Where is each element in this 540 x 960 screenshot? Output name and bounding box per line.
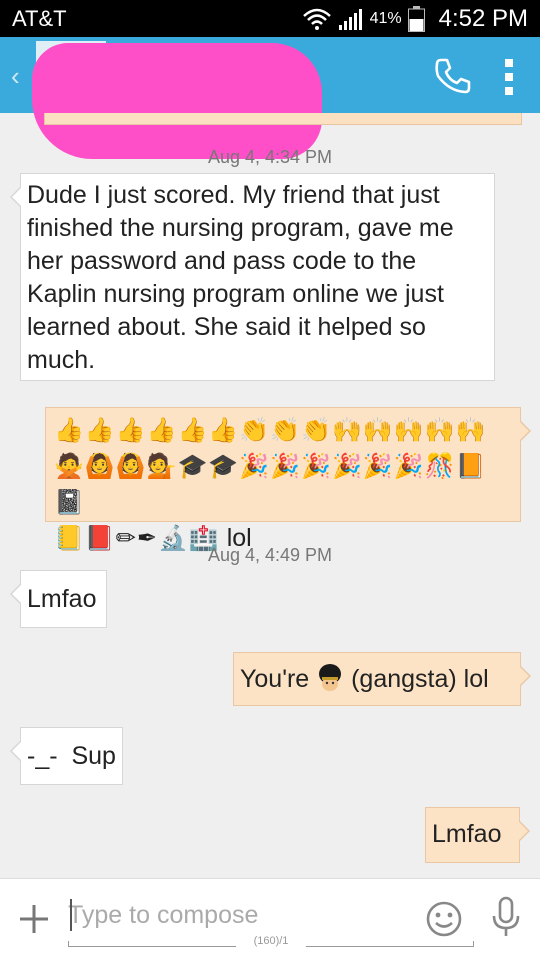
text-cursor — [70, 899, 72, 931]
emoji-picker-icon[interactable] — [425, 900, 463, 938]
wifi-icon — [302, 8, 331, 30]
incoming-message[interactable]: Dude I just scored. My friend that just … — [10, 173, 495, 381]
incoming-message[interactable]: -_- Sup — [10, 727, 123, 785]
outgoing-message[interactable]: You're (gangsta) lol — [233, 652, 531, 706]
overflow-menu-icon[interactable] — [500, 57, 518, 97]
outgoing-message[interactable]: Lmfao — [425, 807, 530, 863]
incoming-message[interactable]: Lmfao — [10, 570, 107, 628]
conversation-header: ‹ — [0, 37, 540, 159]
add-attachment-icon[interactable] — [18, 903, 50, 935]
message-text: Lmfao — [27, 585, 97, 613]
carrier-label: AT&T — [12, 6, 67, 31]
timestamp: Aug 4, 4:34 PM — [207, 147, 333, 167]
guardsman-emoji-icon — [319, 664, 342, 691]
message-text: -_- Sup — [27, 742, 116, 770]
back-chevron-icon[interactable]: ‹ — [11, 61, 20, 92]
emoji-row: 👍👍👍👍👍👍👏👏👏🙌🙌🙌🙌🙌 — [54, 416, 487, 444]
message-text: Dude I just scored. My friend that just … — [27, 181, 454, 374]
compose-input[interactable] — [68, 895, 418, 935]
status-icons: 41% 4:52 PM — [302, 4, 528, 34]
emoji-row: 🙅🙆🙆💁🎓🎓🎉🎉🎉🎉🎉🎉🎊📙📓 — [54, 452, 487, 516]
clock: 4:52 PM — [438, 5, 528, 32]
signal-icon — [338, 9, 362, 30]
call-icon[interactable] — [432, 55, 474, 97]
battery-percent: 41% — [369, 10, 402, 27]
battery-icon — [407, 6, 425, 32]
microphone-icon[interactable] — [490, 896, 522, 940]
outgoing-message[interactable]: 👍👍👍👍👍👍👏👏👏🙌🙌🙌🙌🙌 🙅🙆🙆💁🎓🎓🎉🎉🎉🎉🎉🎉🎊📙📓 📒📕✏✒🔬🏥 lo… — [45, 407, 531, 552]
previous-message-bubble — [44, 113, 522, 125]
status-bar: AT&T 41% 4:52 PM — [0, 0, 540, 37]
message-text: (gangsta) lol — [344, 665, 489, 693]
message-list[interactable]: Aug 4, 4:34 PM Dude I just scored. My fr… — [0, 113, 540, 878]
timestamp: Aug 4, 4:49 PM — [207, 545, 333, 565]
message-text: You're — [240, 665, 317, 693]
character-counter: (160)/1 — [236, 935, 306, 947]
message-text: Lmfao — [432, 820, 502, 848]
